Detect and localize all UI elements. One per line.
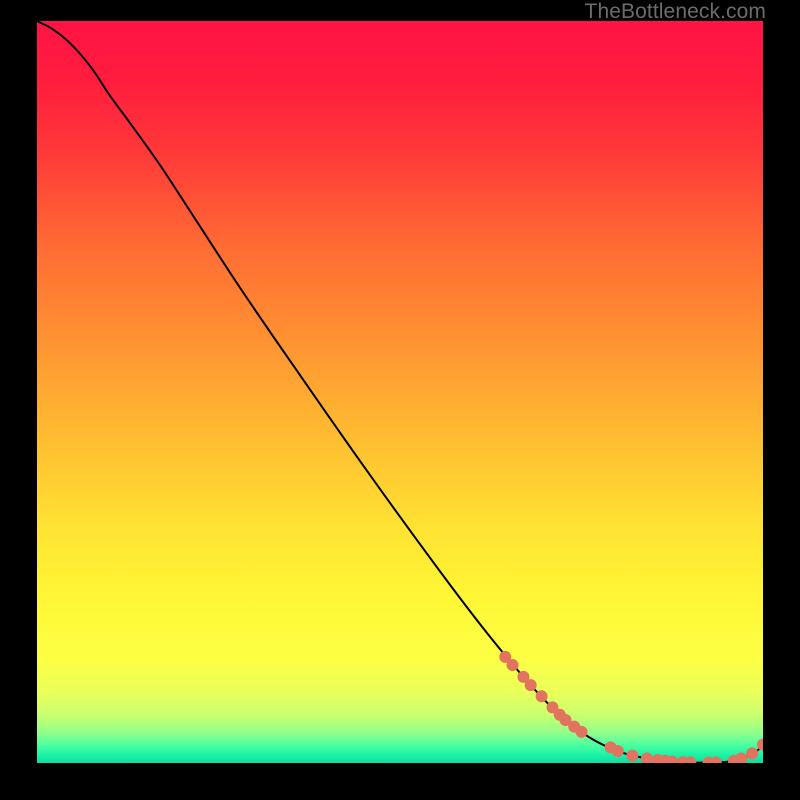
data-marker (626, 750, 638, 762)
plot-area (37, 21, 763, 763)
chart-stage: TheBottleneck.com (0, 0, 800, 800)
data-marker (536, 690, 548, 702)
data-marker (746, 747, 758, 759)
data-marker (525, 679, 537, 691)
data-marker (576, 726, 588, 738)
gradient-background (37, 21, 763, 763)
chart-svg (37, 21, 763, 763)
data-marker (507, 659, 519, 671)
data-marker (612, 745, 624, 757)
